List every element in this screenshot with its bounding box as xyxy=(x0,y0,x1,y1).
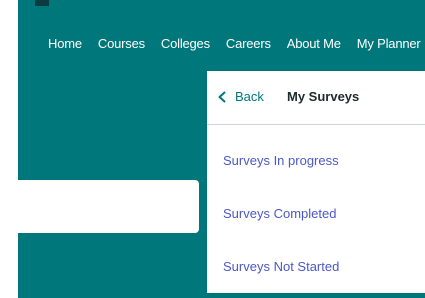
nav-item-home[interactable]: Home xyxy=(48,36,82,51)
menu-item-surveys-in-progress[interactable]: Surveys In progress xyxy=(223,153,339,168)
menu-item-surveys-not-started[interactable]: Surveys Not Started xyxy=(223,259,339,274)
back-button[interactable]: Back xyxy=(215,89,264,104)
nav-item-careers[interactable]: Careers xyxy=(226,36,271,51)
search-input[interactable] xyxy=(18,180,199,233)
menu-item-surveys-completed[interactable]: Surveys Completed xyxy=(223,206,336,221)
panel-header: Back My Surveys xyxy=(207,71,425,125)
top-nav: Home Courses Colleges Careers About Me M… xyxy=(48,36,421,51)
my-surveys-panel: Back My Surveys Surveys In progress Surv… xyxy=(207,71,425,293)
nav-item-colleges[interactable]: Colleges xyxy=(161,36,210,51)
chevron-left-icon xyxy=(218,91,226,102)
panel-title: My Surveys xyxy=(287,89,360,104)
nav-item-courses[interactable]: Courses xyxy=(98,36,145,51)
nav-item-my-planner[interactable]: My Planner xyxy=(357,36,421,51)
nav-item-about-me[interactable]: About Me xyxy=(287,36,341,51)
logo-mark xyxy=(35,0,49,6)
back-label: Back xyxy=(235,89,264,104)
